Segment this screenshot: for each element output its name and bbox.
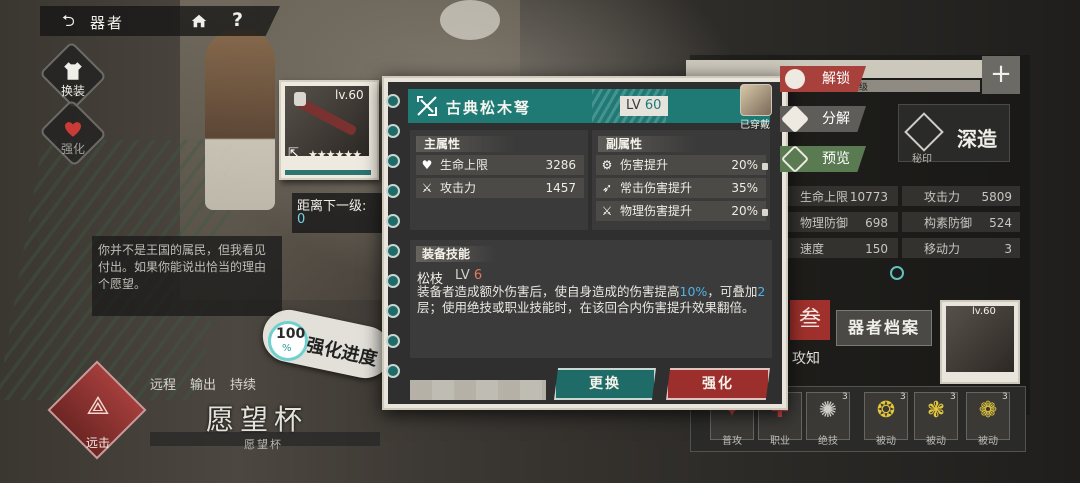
heart-icon: ♥: [421, 158, 433, 172]
forge-sub: 秘印: [912, 154, 932, 165]
screen-title: 器者: [90, 14, 125, 32]
main-attr-hp: ♥ 生命上限 3286: [416, 155, 584, 175]
skill-slot-label: 被动: [978, 436, 998, 447]
help-button[interactable]: ?: [232, 9, 243, 31]
side-second-label: 强化: [60, 142, 85, 156]
stat-move: 移动力 3: [924, 242, 1012, 256]
arrow-icon: ➶: [601, 181, 613, 195]
binder-ring: [386, 274, 400, 288]
gear-icon: ⚙: [601, 158, 613, 172]
crossbow-type-icon: [417, 96, 437, 116]
decorative-footer: [410, 380, 546, 400]
binder-ring: [386, 364, 400, 378]
back-button[interactable]: ⮌: [62, 10, 75, 37]
heartbeat-icon: [64, 122, 82, 137]
thumbnail-bar: [285, 170, 371, 175]
skill-slot-label: 被动: [876, 436, 896, 447]
skill-slot-label: 职业: [770, 436, 790, 447]
binder-ring: [386, 124, 400, 138]
skill-level: LV 6: [455, 268, 483, 283]
mural-figure: [205, 30, 275, 210]
rarity-stars: ★★★★★★: [308, 148, 362, 161]
stat-pdef: 物理防御 698: [800, 216, 888, 230]
change-outfit-label: 换装: [60, 84, 85, 98]
progress-percent-sign: %: [282, 343, 292, 354]
skill-slot-label: 绝技: [818, 436, 838, 447]
stat-speed: 速度 150: [800, 242, 888, 256]
thumbnail-level: lv.60: [335, 88, 364, 102]
lock-icon: [294, 92, 306, 106]
lock-icon: [785, 69, 805, 89]
red-tag: 叁: [790, 300, 830, 340]
forge-label: 深造: [957, 127, 997, 151]
item-title: 古典松木弩: [446, 99, 532, 117]
stat-atk: 攻击力 5809: [924, 190, 1012, 204]
sub-attr-header: 副属性: [598, 136, 698, 152]
main-attr-header: 主属性: [416, 136, 516, 152]
equipper-avatar[interactable]: [740, 84, 772, 116]
stat-cdef: 构素防御 524: [924, 216, 1012, 230]
shirt-icon: [64, 62, 82, 80]
next-level-label: 距离下一级:: [297, 199, 367, 214]
item-level: LV 60: [626, 98, 662, 113]
weapon-name-large: 愿望杯: [206, 403, 309, 436]
plus-button[interactable]: +: [982, 56, 1020, 94]
weapon-tags: 远程 输出 持续: [150, 374, 290, 393]
sub-attr-normal-dmg: ➶ 常击伤害提升 35%: [596, 178, 766, 198]
know-label: 攻知: [792, 351, 820, 367]
sub-attr-phys-dmg: ⚔ 物理伤害提升 20%: [596, 201, 768, 221]
crossed-swords-icon: ⚔: [421, 181, 433, 195]
binder-ring: [386, 244, 400, 258]
equipped-label: 已穿戴: [740, 120, 770, 131]
home-icon[interactable]: [190, 12, 208, 30]
equipment-skill-header: 装备技能: [416, 246, 496, 262]
slot-count: 3: [842, 392, 848, 402]
binder-ring: [386, 94, 400, 108]
lock-icon: [762, 209, 768, 216]
binder-ring: [386, 214, 400, 228]
tag-sustain: 持续: [230, 378, 257, 393]
tag-ranged: 远程: [150, 378, 177, 393]
binder-ring: [386, 184, 400, 198]
zoom-icon[interactable]: [890, 266, 904, 280]
binder-ring: [386, 334, 400, 348]
slot-count: 3: [1002, 392, 1008, 402]
crossbow-type-icon: ⇱: [288, 146, 299, 161]
crossed-swords-icon: ⚔: [601, 204, 613, 218]
range-type-icon: ⟁: [86, 391, 110, 421]
top-bar: [40, 6, 280, 36]
sub-attr-dmg: ⚙ 伤害提升 20%: [596, 155, 768, 175]
enhance-button[interactable]: 强化: [666, 368, 770, 400]
progress-percent: 100: [276, 326, 306, 342]
skill-slot-label: 被动: [926, 436, 946, 447]
change-button[interactable]: 更换: [554, 368, 656, 400]
tag-output: 输出: [190, 378, 217, 393]
binder-ring: [386, 304, 400, 318]
mini-weapon-level: lv.60: [972, 306, 996, 317]
mural-bird: [440, 0, 500, 40]
skill-description: 装备者造成额外伤害后，使自身造成的伤害提高10%，可叠加2层；使用绝技或职业技能…: [417, 284, 766, 315]
slot-count: 3: [950, 392, 956, 402]
lore-text: 你并不是王国的属民，但我看见付出。如果你能说出恰当的理由个愿望。: [92, 236, 282, 316]
slot-count: 3: [900, 392, 906, 402]
lock-icon: [762, 163, 768, 170]
skill-slot-label: 普攻: [722, 436, 742, 447]
next-level-value: 0: [297, 212, 306, 227]
weapon-name-sub: 愿望杯: [244, 438, 283, 451]
binder-ring: [386, 154, 400, 168]
archive-button[interactable]: 器者档案: [836, 310, 932, 346]
main-attr-atk: ⚔ 攻击力 1457: [416, 178, 584, 198]
stat-hp: 生命上限 10773: [800, 190, 888, 204]
range-badge-label: 远击: [85, 436, 110, 450]
